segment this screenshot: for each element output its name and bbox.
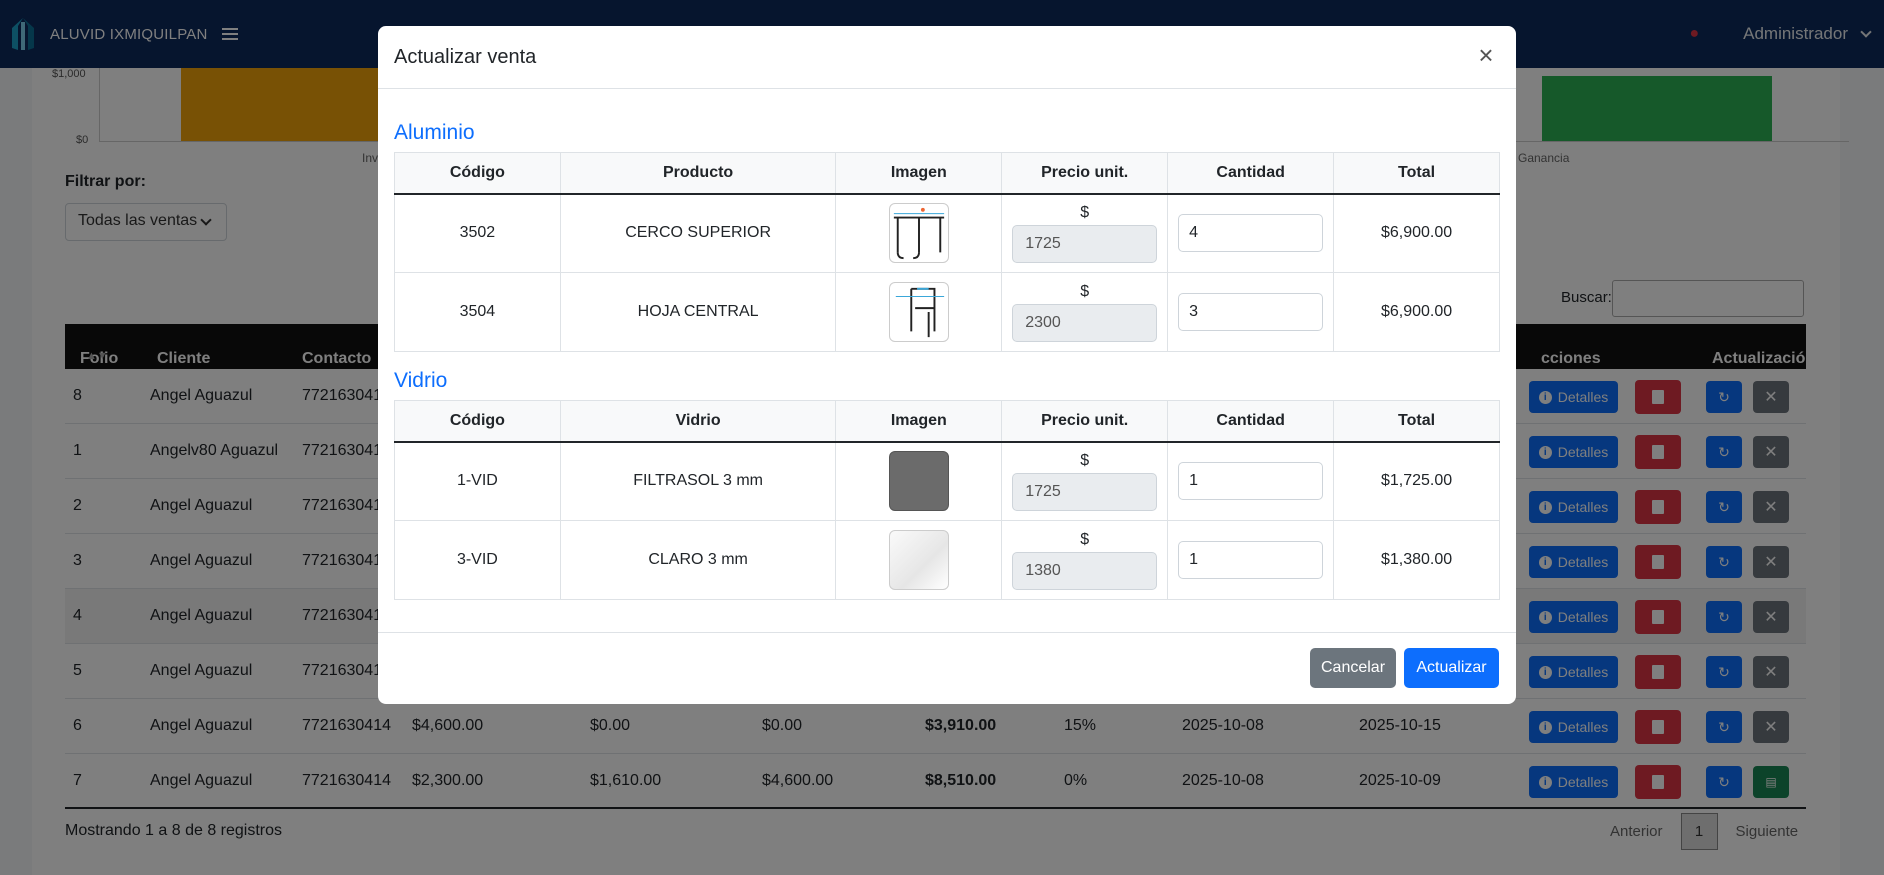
- column-header-producto: Producto: [559, 152, 837, 195]
- cell-total: $6,900.00: [1333, 272, 1500, 352]
- vidrio-table: Código Vidrio Imagen Precio unit. Cantid…: [394, 400, 1500, 600]
- currency-symbol: $: [1080, 282, 1090, 300]
- product-image: [888, 203, 949, 264]
- quantity-input[interactable]: 3: [1178, 293, 1324, 331]
- aluminio-table: Código Producto Imagen Precio unit. Cant…: [394, 152, 1500, 352]
- column-header-imagen: Imagen: [835, 152, 1003, 195]
- currency-symbol: $: [1080, 203, 1090, 221]
- cell-codigo: 3502: [394, 193, 561, 273]
- column-header-imagen: Imagen: [835, 400, 1003, 443]
- close-icon[interactable]: ×: [1474, 42, 1498, 68]
- modal-header: Actualizar venta ×: [378, 26, 1516, 89]
- column-header-precio: Precio unit.: [1001, 152, 1169, 195]
- unit-price-input: 1725: [1012, 224, 1158, 263]
- unit-price-input: 2300: [1012, 303, 1158, 342]
- cell-producto: CERCO SUPERIOR: [559, 193, 837, 273]
- cancel-button[interactable]: Cancelar: [1310, 648, 1396, 688]
- column-header-vidrio: Vidrio: [559, 400, 837, 443]
- cell-producto: HOJA CENTRAL: [559, 272, 837, 352]
- cell-total: $6,900.00: [1333, 193, 1500, 273]
- unit-price-input: 1380: [1012, 551, 1158, 590]
- column-header-precio: Precio unit.: [1001, 400, 1169, 443]
- quantity-input[interactable]: 1: [1178, 462, 1324, 501]
- profile-drawing-icon: [895, 287, 944, 338]
- product-image: [888, 282, 949, 342]
- section-title-aluminio: Aluminio: [394, 121, 475, 144]
- column-header-codigo: Código: [394, 152, 561, 195]
- column-header-cantidad: Cantidad: [1167, 152, 1335, 195]
- modal-title: Actualizar venta: [394, 46, 537, 68]
- update-button[interactable]: Actualizar: [1404, 648, 1499, 688]
- cell-codigo: 3-VID: [394, 520, 561, 600]
- table-row: 3502 CERCO SUPERIOR $ 1725 4 $6,900.00: [394, 193, 1500, 273]
- table-row: 3-VID CLARO 3 mm $ 1380 1 $1,380.00: [394, 520, 1500, 600]
- column-header-total: Total: [1333, 400, 1500, 443]
- quantity-input[interactable]: 1: [1178, 541, 1324, 579]
- update-sale-modal: Actualizar venta × Aluminio Código Produ…: [378, 26, 1516, 704]
- cell-producto: CLARO 3 mm: [559, 520, 837, 600]
- unit-price-input: 1725: [1012, 472, 1158, 511]
- glass-sample-image: [888, 530, 949, 590]
- profile-drawing-icon: [893, 208, 944, 260]
- section-title-vidrio: Vidrio: [394, 369, 448, 392]
- column-header-total: Total: [1333, 152, 1500, 195]
- cell-codigo: 1-VID: [394, 441, 561, 521]
- modal-footer: Cancelar Actualizar: [378, 632, 1516, 704]
- column-header-cantidad: Cantidad: [1167, 400, 1335, 443]
- column-header-codigo: Código: [394, 400, 561, 443]
- currency-symbol: $: [1080, 451, 1090, 469]
- cell-total: $1,725.00: [1333, 441, 1500, 521]
- currency-symbol: $: [1080, 530, 1090, 548]
- glass-sample-image: [888, 451, 949, 512]
- cell-total: $1,380.00: [1333, 520, 1500, 600]
- cell-codigo: 3504: [394, 272, 561, 352]
- table-row: 3504 HOJA CENTRAL $ 2300 3 $6,900.00: [394, 272, 1500, 352]
- table-row: 1-VID FILTRASOL 3 mm $ 1725 1 $1,725.00: [394, 441, 1500, 521]
- quantity-input[interactable]: 4: [1178, 214, 1324, 253]
- cell-producto: FILTRASOL 3 mm: [559, 441, 837, 521]
